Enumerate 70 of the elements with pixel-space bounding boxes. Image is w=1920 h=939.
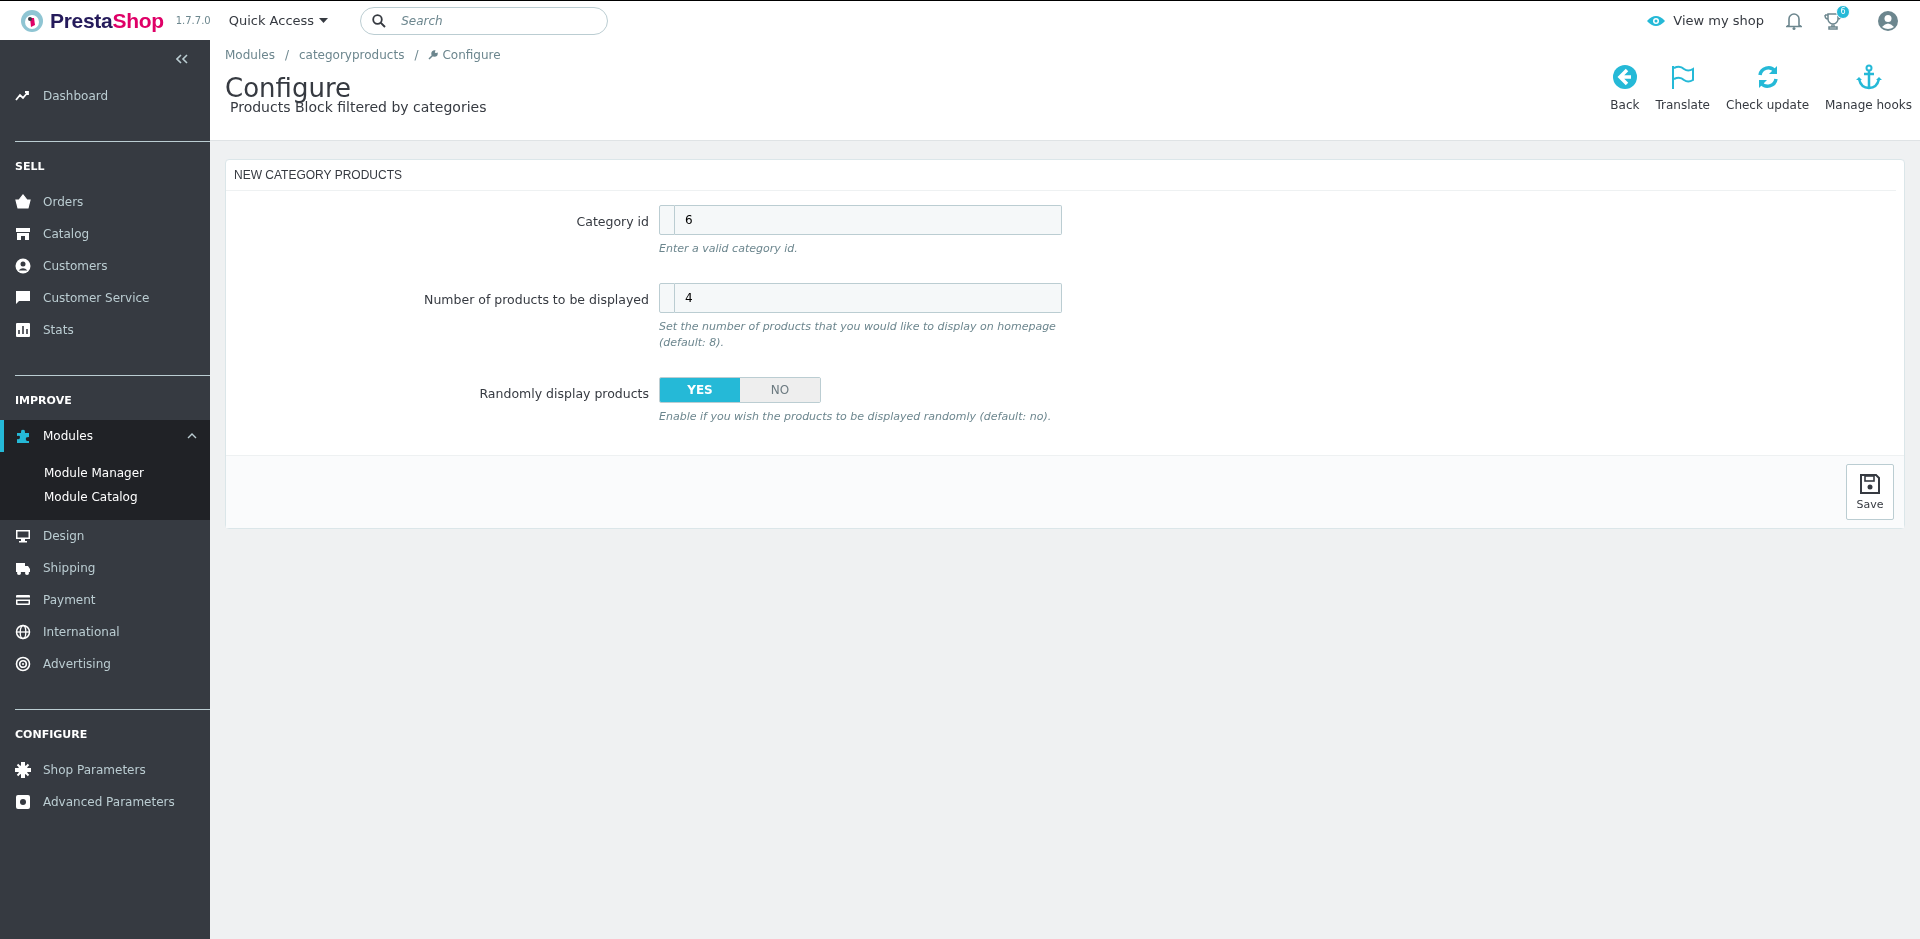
brand-name[interactable]: PrestaShop xyxy=(50,8,164,33)
sidebar-item[interactable]: International xyxy=(0,616,210,648)
caret-icon xyxy=(319,17,329,24)
card-icon xyxy=(15,592,31,608)
search-field[interactable]: Search xyxy=(360,6,609,35)
panel-heading: NEW CATEGORY PRODUCTS xyxy=(226,160,1896,191)
quick-access-button[interactable]: Quick Access xyxy=(224,9,333,32)
collapse-icon[interactable] xyxy=(176,54,188,64)
section-heading: SELL xyxy=(14,159,46,175)
toolbar-button[interactable]: Manage hooks xyxy=(1825,64,1912,112)
toolbar-button[interactable]: Check update xyxy=(1726,64,1809,112)
anchor-icon xyxy=(1855,64,1882,90)
breadcrumb-link[interactable]: Modules xyxy=(225,48,275,62)
toolbar-button[interactable]: Back xyxy=(1610,64,1640,112)
wrench-icon xyxy=(428,50,439,60)
chevron-icon xyxy=(187,433,197,439)
chat-icon xyxy=(15,290,31,306)
flag-icon xyxy=(1669,64,1696,90)
back-icon xyxy=(1611,64,1638,90)
avatar-icon[interactable] xyxy=(1878,10,1898,31)
text-field[interactable]: 4 xyxy=(675,283,1062,313)
sidebar-item[interactable]: Dashboard xyxy=(0,80,210,112)
sidebar-item[interactable]: Customer Service xyxy=(0,282,210,314)
yes-no-switch[interactable]: YES NO xyxy=(659,377,821,403)
sidebar-item[interactable]: Customers xyxy=(0,250,210,282)
field-label: Number of products to be displayed xyxy=(423,291,650,309)
switch-option[interactable]: NO xyxy=(740,378,820,402)
notification-badge: 6 xyxy=(1836,4,1850,19)
sidebar-item[interactable]: Stats xyxy=(0,314,210,346)
breadcrumb-link[interactable]: categoryproducts xyxy=(298,48,405,62)
text-field[interactable]: 6 xyxy=(675,205,1062,235)
sidebar-item[interactable]: Shop Parameters xyxy=(0,754,210,786)
globe-icon xyxy=(15,624,31,640)
help-text: Enable if you wish the products to be displayed randomly (default: no). xyxy=(659,409,1053,425)
breadcrumb-separator: / xyxy=(414,48,419,62)
trophy-icon[interactable] xyxy=(1824,11,1842,30)
input-addon xyxy=(659,205,675,235)
input-addon xyxy=(659,283,675,313)
target-icon xyxy=(15,656,31,672)
save-button[interactable]: Save xyxy=(1846,464,1894,520)
section-heading: CONFIGURE xyxy=(14,727,89,743)
submenu-item[interactable]: Module Manager xyxy=(44,464,210,482)
section-heading: IMPROVE xyxy=(14,393,73,409)
sidebar-item[interactable]: Advanced Parameters xyxy=(0,786,210,818)
field-label: Category id xyxy=(575,213,650,231)
basket-icon xyxy=(15,194,31,210)
eye-icon xyxy=(1647,14,1666,27)
version-label: 1.7.7.0 xyxy=(175,15,211,26)
chart-icon xyxy=(15,322,31,338)
submenu-item[interactable]: Module Catalog xyxy=(44,488,210,506)
breadcrumb-current: Configure xyxy=(442,48,501,62)
sidebar-item[interactable]: Orders xyxy=(0,186,210,218)
sidebar-item[interactable]: Catalog xyxy=(0,218,210,250)
view-shop-link[interactable]: View my shop xyxy=(1647,13,1764,28)
sidebar-item[interactable]: Shipping xyxy=(0,552,210,584)
help-text: Enter a valid category id. xyxy=(659,241,799,257)
breadcrumb-separator: / xyxy=(284,48,289,62)
field-label: Randomly display products xyxy=(478,385,650,403)
truck-icon xyxy=(15,560,31,576)
page-title: Configure xyxy=(225,74,351,102)
toolbar-button[interactable]: Translate xyxy=(1655,64,1710,112)
sidebar-item[interactable]: Advertising xyxy=(0,648,210,680)
person-icon xyxy=(15,258,31,274)
bell-icon[interactable] xyxy=(1786,11,1802,30)
sidebar-item[interactable]: Payment xyxy=(0,584,210,616)
help-text: Set the number of products that you would like to display on homepage (default: 8). xyxy=(659,319,1057,351)
puzzle-icon xyxy=(15,428,31,444)
store-icon xyxy=(15,226,31,242)
monitor-icon xyxy=(15,528,31,544)
sidebar-item[interactable]: Design xyxy=(0,520,210,552)
